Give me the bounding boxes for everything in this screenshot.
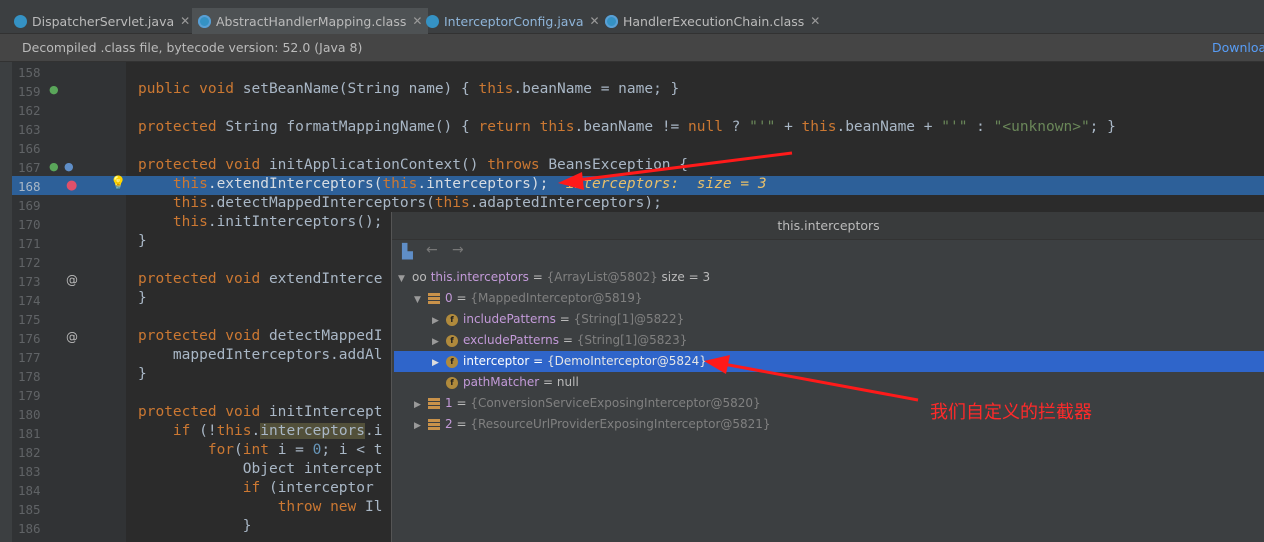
arrowhead <box>558 172 584 190</box>
arrow-to-interceptors <box>569 151 793 183</box>
arrow-to-interceptor-field <box>717 361 919 402</box>
annotation-text: 我们自定义的拦截器 <box>930 402 1092 423</box>
annotation-arrows <box>558 151 919 402</box>
arrowhead <box>704 355 730 374</box>
